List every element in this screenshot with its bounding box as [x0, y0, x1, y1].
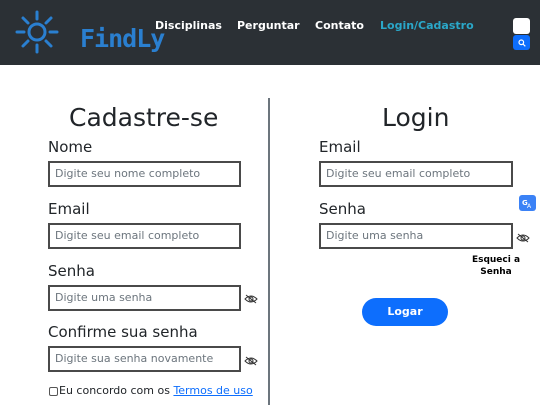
translate-icon: G A	[522, 199, 532, 210]
forgot-password-link[interactable]: Esqueci a Senha	[466, 254, 526, 278]
terms-link[interactable]: Termos de uso	[173, 384, 252, 397]
navbar: FindLy Disciplinas Perguntar Contato Log…	[0, 0, 540, 65]
translate-button[interactable]: G A	[519, 195, 536, 211]
login-title: Login	[382, 103, 450, 132]
login-password-input[interactable]: Digite uma senha	[319, 223, 513, 249]
eye-slash-icon[interactable]	[244, 356, 258, 366]
signup-email-label: Email	[48, 200, 90, 218]
confirm-password-label: Confirme sua senha	[48, 323, 198, 341]
nav-disciplinas[interactable]: Disciplinas	[155, 19, 222, 32]
sun-logo-icon	[15, 10, 59, 54]
svg-text:A: A	[527, 203, 532, 210]
login-email-input[interactable]: Digite seu email completo	[319, 161, 513, 187]
signup-password-label: Senha	[48, 262, 95, 280]
brand-name: FindLy	[80, 24, 165, 53]
login-password-label: Senha	[319, 200, 366, 218]
nav-contato[interactable]: Contato	[315, 19, 364, 32]
confirm-password-input[interactable]: Digite sua senha novamente	[48, 346, 241, 372]
eye-slash-icon[interactable]	[244, 294, 258, 304]
terms-agreement-text: Eu concordo com os	[59, 384, 174, 397]
search-icon	[517, 38, 526, 47]
terms-checkbox[interactable]	[49, 387, 58, 396]
terms-agreement: Eu concordo com os Termos de uso	[59, 384, 253, 397]
signup-password-input[interactable]: Digite uma senha	[48, 285, 241, 311]
nav-login-cadastro[interactable]: Login/Cadastro	[380, 19, 474, 32]
login-email-label: Email	[319, 138, 361, 156]
nav-perguntar[interactable]: Perguntar	[237, 19, 300, 32]
name-input[interactable]: Digite seu nome completo	[48, 161, 241, 187]
column-divider	[268, 98, 270, 405]
eye-slash-icon[interactable]	[516, 233, 530, 243]
name-label: Nome	[48, 138, 93, 156]
login-button[interactable]: Logar	[362, 298, 448, 326]
forgot-line-1: Esqueci a	[471, 255, 521, 265]
signup-email-input[interactable]: Digite seu email completo	[48, 223, 241, 249]
forgot-line-2: Senha	[480, 267, 512, 277]
brand-logo[interactable]: FindLy	[14, 10, 165, 54]
search-button[interactable]	[513, 35, 530, 50]
signup-title: Cadastre-se	[69, 103, 219, 132]
search-input[interactable]	[513, 18, 530, 34]
